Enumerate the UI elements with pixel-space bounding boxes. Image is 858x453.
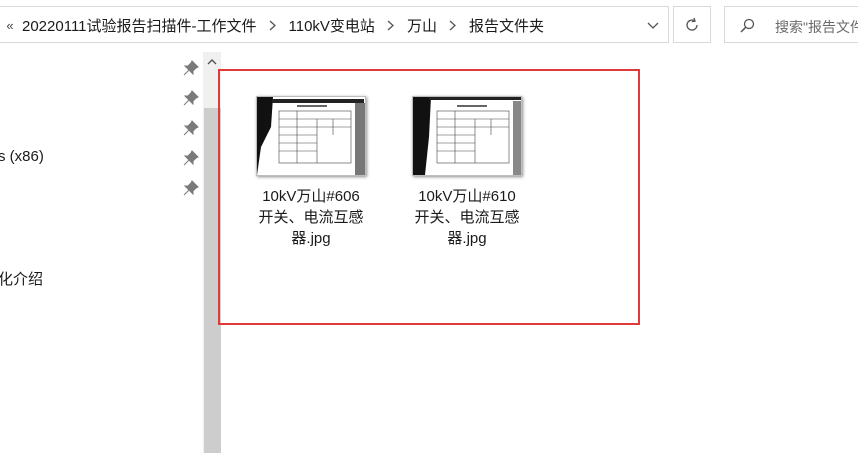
- file-name[interactable]: 10kV万山#606 开关、电流互感 器.jpg: [241, 186, 381, 249]
- file-item[interactable]: 10kV万山#606 开关、电流互感 器.jpg: [256, 96, 396, 256]
- breadcrumb: « 20220111试验报告扫描件-工作文件 110kV变电站 万山 报告文件夹: [0, 7, 547, 44]
- navigation-scrollbar[interactable]: [203, 52, 221, 453]
- file-item[interactable]: 10kV万山#610 开关、电流互感 器.jpg: [412, 96, 552, 256]
- file-thumbnail: [412, 96, 522, 176]
- breadcrumb-item-report-folder[interactable]: 报告文件夹: [466, 15, 547, 36]
- chevron-right-icon[interactable]: [440, 7, 466, 44]
- refresh-icon: [686, 17, 698, 31]
- breadcrumb-item-substation[interactable]: 110kV变电站: [286, 15, 378, 36]
- refresh-button[interactable]: [673, 6, 711, 43]
- address-history-dropdown[interactable]: [640, 7, 668, 44]
- pin-icon[interactable]: [183, 60, 199, 76]
- chevron-right-icon[interactable]: [260, 7, 286, 44]
- search-placeholder: 搜索"报告文件: [775, 19, 858, 35]
- pin-icon[interactable]: [183, 150, 199, 166]
- address-bar[interactable]: « 20220111试验报告扫描件-工作文件 110kV变电站 万山 报告文件夹: [0, 6, 669, 43]
- nav-item-intro[interactable]: 化介绍: [0, 268, 43, 289]
- breadcrumb-overflow-button[interactable]: «: [1, 18, 19, 33]
- pin-icon[interactable]: [183, 180, 199, 196]
- file-list-area: 10kV万山#606 开关、电流互感 器.jpg 10kV万山#610 开关、电…: [222, 52, 858, 453]
- pin-icon[interactable]: [183, 120, 199, 136]
- nav-item-program-files-x86[interactable]: s (x86): [0, 148, 44, 165]
- scrollbar-thumb[interactable]: [204, 108, 221, 453]
- breadcrumb-item-scan-folder[interactable]: 20220111试验报告扫描件-工作文件: [19, 15, 260, 36]
- file-name[interactable]: 10kV万山#610 开关、电流互感 器.jpg: [397, 186, 537, 249]
- pin-icon[interactable]: [183, 90, 199, 106]
- search-box[interactable]: 搜索"报告文件: [724, 6, 858, 43]
- file-thumbnail: [256, 96, 366, 176]
- breadcrumb-item-wanshan[interactable]: 万山: [404, 15, 440, 36]
- search-icon: [740, 18, 755, 33]
- chevron-down-icon: [647, 22, 659, 29]
- chevron-right-icon[interactable]: [378, 7, 404, 44]
- navigation-pane: s (x86) 化介绍: [0, 52, 202, 453]
- scroll-up-icon[interactable]: [207, 58, 217, 65]
- address-bar-row: « 20220111试验报告扫描件-工作文件 110kV变电站 万山 报告文件夹…: [0, 0, 858, 52]
